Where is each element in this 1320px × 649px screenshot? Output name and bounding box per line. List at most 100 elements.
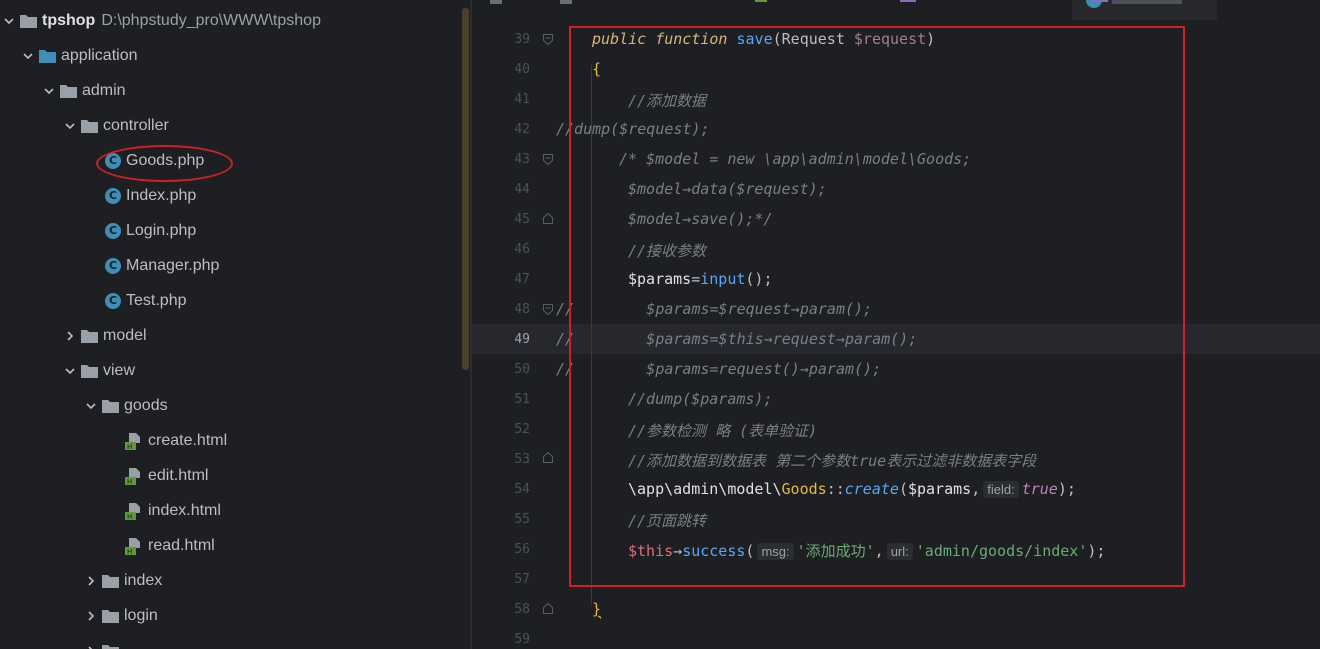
line-number: 56: [514, 542, 530, 557]
tree-item-label: Test.php: [126, 291, 187, 309]
line-number: 40: [514, 62, 530, 77]
html-file-icon: H: [125, 467, 143, 485]
line-number: 46: [514, 242, 530, 257]
chevron-down-icon[interactable]: [21, 49, 35, 63]
chevron-right-icon[interactable]: [84, 644, 98, 649]
tab-stub[interactable]: [900, 0, 1080, 12]
highlight-rectangle: [569, 26, 1185, 587]
folder-icon: [81, 329, 98, 343]
line-number: 54: [514, 482, 530, 497]
chevron-right-icon[interactable]: [84, 574, 98, 588]
code-line-58[interactable]: }: [592, 600, 601, 618]
html-file-icon: H: [125, 537, 143, 555]
tree-file-manager-php[interactable]: C Manager.php: [0, 248, 462, 283]
fold-marker-icon[interactable]: [543, 304, 553, 315]
line-number: 57: [514, 572, 530, 587]
folder-icon: [102, 609, 119, 623]
tree-item-goods[interactable]: goods: [0, 388, 462, 423]
folder-icon: [81, 364, 98, 378]
project-tree: tpshop D:\phpstudy_pro\WWW\tpshop applic…: [0, 0, 462, 649]
editor-tabs: [472, 0, 1320, 20]
php-class-icon: C: [105, 187, 121, 204]
chevron-down-icon[interactable]: [84, 399, 98, 413]
tree-item-label: Login.php: [126, 221, 197, 239]
tree-item-controller[interactable]: controller: [0, 108, 462, 143]
fold-marker-icon[interactable]: [543, 154, 553, 165]
tree-file-edit-html[interactable]: H edit.html: [0, 458, 462, 493]
tree-item-model[interactable]: model: [0, 318, 462, 353]
chevron-right-icon[interactable]: [63, 329, 77, 343]
folder-blue-icon: [39, 49, 56, 63]
line-number: 51: [514, 392, 530, 407]
tree-file-create-html[interactable]: H create.html: [0, 423, 462, 458]
tree-item-label: create.html: [148, 431, 228, 449]
tree-file-index-php[interactable]: C Index.php: [0, 178, 462, 213]
tree-item-label: application: [61, 46, 138, 64]
line-number: 45: [514, 212, 530, 227]
svg-text:H: H: [127, 443, 132, 450]
line-number: 47: [514, 272, 530, 287]
folder-icon: [60, 84, 77, 98]
chevron-right-icon[interactable]: [84, 609, 98, 623]
fold-end-icon[interactable]: [543, 452, 553, 463]
folder-icon: [102, 644, 119, 649]
tree-item-label: edit.html: [148, 466, 209, 484]
line-number: 39: [514, 32, 530, 47]
tab-stub[interactable]: [1092, 0, 1320, 12]
tree-item-application[interactable]: application: [0, 38, 462, 73]
line-number: 58: [514, 602, 530, 617]
php-class-icon: C: [105, 257, 121, 274]
tree-item-index[interactable]: index: [0, 563, 462, 598]
tree-item-label: login: [124, 606, 158, 624]
line-number: 48: [514, 302, 530, 317]
tree-item-label: Manager.php: [126, 256, 220, 274]
tree-file-test-php[interactable]: C Test.php: [0, 283, 462, 318]
tree-root-tpshop[interactable]: tpshop D:\phpstudy_pro\WWW\tpshop: [0, 3, 462, 38]
tree-file-login-php[interactable]: C Login.php: [0, 213, 462, 248]
tree-file-read-html[interactable]: H read.html: [0, 528, 462, 563]
tree-item-partial[interactable]: [0, 633, 462, 649]
tree-item-label: index: [124, 571, 163, 589]
line-number: 53: [514, 452, 530, 467]
tree-file-index-html[interactable]: H index.html: [0, 493, 462, 528]
tab-stub[interactable]: [755, 0, 775, 12]
line-number-current: 49: [514, 332, 530, 347]
chevron-down-icon[interactable]: [63, 364, 77, 378]
tree-item-view[interactable]: view: [0, 353, 462, 388]
chevron-down-icon[interactable]: [42, 84, 56, 98]
tree-item-label: model: [103, 326, 147, 344]
tree-item-label: read.html: [148, 536, 215, 554]
html-file-icon: H: [125, 432, 143, 450]
tab-stub[interactable]: [490, 0, 580, 12]
tree-item-login[interactable]: login: [0, 598, 462, 633]
folder-icon: [102, 399, 119, 413]
tree-scrollbar[interactable]: [462, 8, 469, 370]
line-number: 50: [514, 362, 530, 377]
highlight-ellipse: [96, 145, 233, 182]
root-path: D:\phpstudy_pro\WWW\tpshop: [101, 11, 321, 29]
root-label: tpshop: [42, 11, 96, 29]
tree-item-admin[interactable]: admin: [0, 73, 462, 108]
folder-icon: [20, 14, 37, 28]
tree-item-label: view: [103, 361, 136, 379]
fold-marker-icon[interactable]: [543, 34, 553, 45]
fold-end-icon[interactable]: [543, 213, 553, 224]
tree-item-label: index.html: [148, 501, 221, 519]
line-number: 59: [514, 632, 530, 647]
tree-item-label: Index.php: [126, 186, 197, 204]
tree-item-label: controller: [103, 116, 169, 134]
folder-icon: [102, 574, 119, 588]
folder-icon: [81, 119, 98, 133]
chevron-down-icon[interactable]: [2, 14, 16, 28]
php-class-icon: C: [105, 222, 121, 239]
line-number: 43: [514, 152, 530, 167]
line-number: 41: [514, 92, 530, 107]
tree-item-label: admin: [82, 81, 126, 99]
svg-text:H: H: [127, 478, 132, 485]
line-number: 44: [514, 182, 530, 197]
line-number: 42: [514, 122, 530, 137]
chevron-down-icon[interactable]: [63, 119, 77, 133]
fold-end-icon[interactable]: [543, 603, 553, 614]
svg-text:H: H: [127, 513, 132, 520]
php-class-icon: C: [105, 292, 121, 309]
